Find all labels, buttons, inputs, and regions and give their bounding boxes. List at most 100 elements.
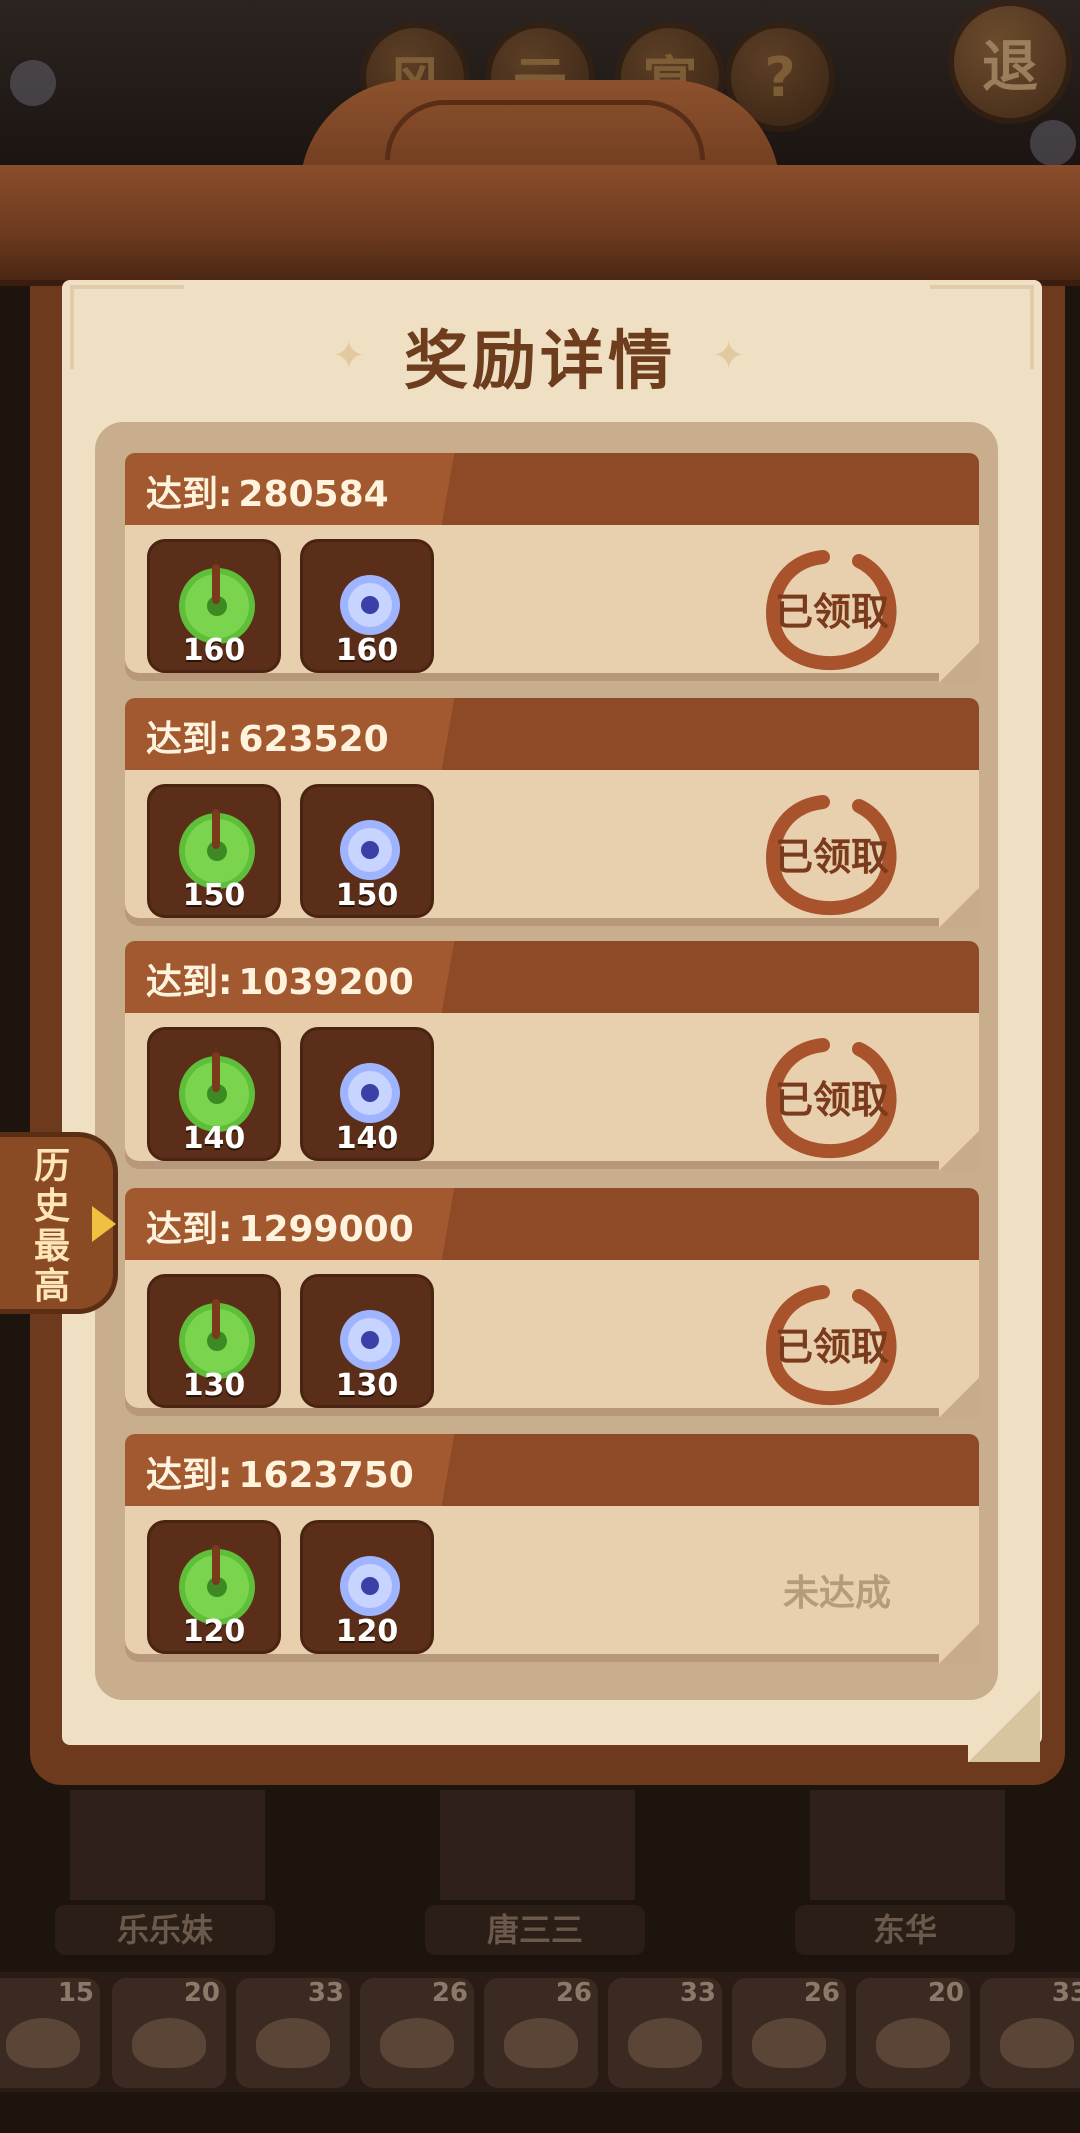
arrow-right-icon (92, 1206, 116, 1242)
jade-reward-item[interactable]: 150 (147, 784, 281, 918)
reward-card: 达到: 623520 150 150 已领取 (125, 698, 979, 928)
jade-count: 160 (182, 633, 246, 668)
food-slot[interactable]: 33 (236, 1978, 350, 2088)
orb-reward-item[interactable]: 160 (300, 539, 434, 673)
orb-reward-item[interactable]: 150 (300, 784, 434, 918)
claim-status: 已领取 (774, 590, 889, 634)
reward-card: 达到: 1623750 120 120 未达成 (125, 1434, 979, 1664)
exit-button[interactable]: 退 (948, 0, 1072, 124)
reward-card-header: 达到: 1623750 (125, 1434, 979, 1506)
food-icon (752, 2018, 826, 2068)
food-slot[interactable]: 26 (360, 1978, 474, 2088)
food-icon (628, 2018, 702, 2068)
reach-label: 达到: (146, 962, 233, 1003)
character-portrait[interactable] (810, 1790, 1005, 1900)
jade-count: 150 (182, 878, 246, 913)
character-name: 唐三三 (425, 1905, 645, 1955)
blue-orb-icon (340, 575, 400, 635)
blue-orb-icon (340, 1556, 400, 1616)
food-count: 33 (1051, 1978, 1080, 2008)
reward-card: 达到: 280584 160 160 已领取 (125, 453, 979, 683)
reach-label: 达到: (146, 1209, 233, 1250)
claimed-stamp: 已领取 (763, 547, 901, 677)
corner-ornament-right (930, 285, 1034, 369)
food-count: 33 (307, 1978, 344, 2008)
history-best-label: 历史最高 (33, 1146, 70, 1307)
reach-label: 达到: (146, 1455, 233, 1496)
blue-orb-icon (340, 1310, 400, 1370)
scroll-rod (0, 165, 1080, 286)
claim-status: 已领取 (774, 835, 889, 879)
reward-card-body: 130 130 已领取 (125, 1260, 979, 1418)
jade-count: 140 (182, 1121, 246, 1156)
claim-status: 已领取 (774, 1325, 889, 1369)
food-slot[interactable]: 33 (608, 1978, 722, 2088)
jade-count: 120 (182, 1614, 246, 1649)
reward-card-body: 140 140 已领取 (125, 1013, 979, 1171)
food-count: 15 (57, 1978, 94, 2008)
orb-count: 120 (335, 1614, 399, 1649)
card-fold (939, 1624, 979, 1664)
threshold-value: 280584 (238, 474, 389, 515)
flower-decoration (1030, 120, 1076, 166)
orb-count: 150 (335, 878, 399, 913)
food-slot[interactable]: 33 (980, 1978, 1080, 2088)
food-slot[interactable]: 26 (484, 1978, 598, 2088)
reach-label: 达到: (146, 474, 233, 515)
jade-reward-item[interactable]: 160 (147, 539, 281, 673)
reward-card-header: 达到: 1039200 (125, 941, 979, 1013)
jade-reward-item[interactable]: 130 (147, 1274, 281, 1408)
food-slot[interactable]: 15 (0, 1978, 100, 2088)
title-ornament-right-icon: ✦ (712, 333, 746, 379)
character-name: 乐乐妹 (55, 1905, 275, 1955)
food-slot[interactable]: 20 (856, 1978, 970, 2088)
claim-status: 已领取 (774, 1078, 889, 1122)
food-icon (256, 2018, 330, 2068)
threshold-value: 1299000 (238, 1209, 414, 1250)
panel-title: 奖励详情 (404, 325, 676, 399)
card-fold (939, 888, 979, 928)
threshold-value: 1039200 (238, 962, 414, 1003)
food-count: 20 (927, 1978, 964, 2008)
orb-reward-item[interactable]: 130 (300, 1274, 434, 1408)
claimed-stamp: 已领取 (763, 1035, 901, 1165)
reward-card: 达到: 1299000 130 130 已领取 (125, 1188, 979, 1418)
claimed-stamp: 已领取 (763, 792, 901, 922)
corner-ornament-left (70, 285, 184, 369)
blue-orb-icon (340, 1063, 400, 1123)
reward-card-header: 达到: 1299000 (125, 1188, 979, 1260)
food-count: 26 (431, 1978, 468, 2008)
food-slot[interactable]: 26 (732, 1978, 846, 2088)
reward-card-header: 达到: 280584 (125, 453, 979, 525)
jade-count: 130 (182, 1368, 246, 1403)
food-count: 20 (183, 1978, 220, 2008)
food-slot[interactable]: 20 (112, 1978, 226, 2088)
jade-reward-item[interactable]: 140 (147, 1027, 281, 1161)
jade-reward-item[interactable]: 120 (147, 1520, 281, 1654)
reward-card-header: 达到: 623520 (125, 698, 979, 770)
character-name: 东华 (795, 1905, 1015, 1955)
card-fold (939, 1378, 979, 1418)
card-fold (939, 1131, 979, 1171)
orb-count: 160 (335, 633, 399, 668)
food-icon (876, 2018, 950, 2068)
reward-card-body: 160 160 已领取 (125, 525, 979, 683)
paper-curl (968, 1690, 1040, 1762)
scroll-rod-ornament (385, 100, 705, 160)
character-portrait[interactable] (440, 1790, 635, 1900)
food-icon (132, 2018, 206, 2068)
food-count: 26 (555, 1978, 592, 2008)
threshold-value: 1623750 (238, 1455, 414, 1496)
character-portrait[interactable] (70, 1790, 265, 1900)
orb-reward-item[interactable]: 140 (300, 1027, 434, 1161)
food-icon (1000, 2018, 1074, 2068)
threshold-value: 623520 (238, 719, 389, 760)
claim-status: 未达成 (782, 1573, 891, 1614)
card-fold (939, 643, 979, 683)
reach-label: 达到: (146, 719, 233, 760)
orb-reward-item[interactable]: 120 (300, 1520, 434, 1654)
claimed-stamp: 已领取 (763, 1282, 901, 1412)
food-count: 33 (679, 1978, 716, 2008)
food-icon (504, 2018, 578, 2068)
flower-decoration (10, 60, 56, 106)
